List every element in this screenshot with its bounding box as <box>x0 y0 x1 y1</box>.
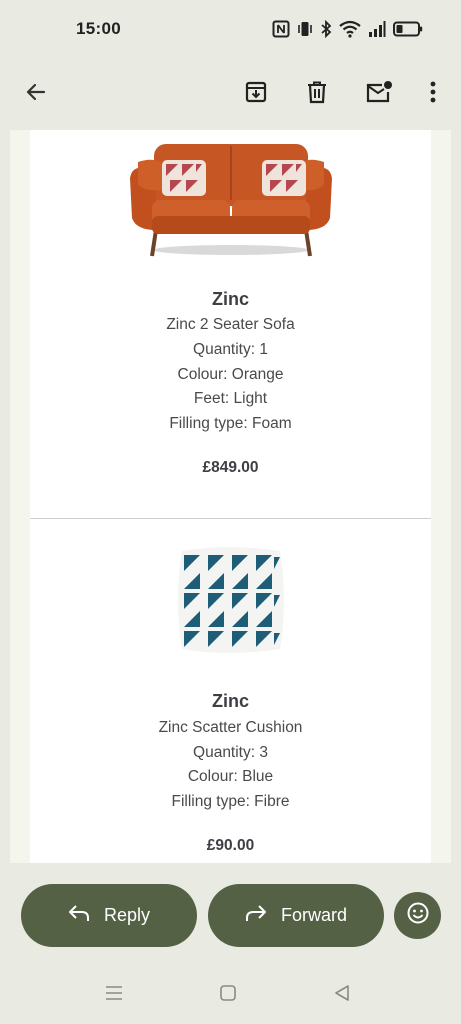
status-time: 15:00 <box>76 19 121 38</box>
email-body[interactable]: Zinc Zinc 2 Seater Sofa Quantity: 1 Colo… <box>10 130 451 863</box>
back-arrow-icon <box>24 80 48 109</box>
status-bar: 15:00 <box>0 0 461 58</box>
forward-label: Forward <box>280 905 347 925</box>
product-card: Zinc Zinc Scatter Cushion Quantity: 3 Co… <box>30 519 431 863</box>
signal-icon <box>368 20 386 38</box>
product-quantity: Quantity: 1 <box>193 341 268 358</box>
mark-unread-button[interactable] <box>357 72 401 116</box>
reply-icon <box>68 904 90 927</box>
forward-button[interactable]: Forward <box>208 884 384 947</box>
product-colour: Colour: Blue <box>187 768 274 785</box>
recents-icon[interactable] <box>105 984 123 1002</box>
vibrate-icon <box>297 20 313 38</box>
nfc-icon <box>272 20 290 38</box>
back-icon[interactable] <box>333 984 351 1002</box>
product-price: £849.00 <box>202 459 259 476</box>
emoji-reaction-button[interactable] <box>394 892 441 939</box>
product-price: £90.00 <box>206 837 255 854</box>
system-navigation-bar <box>0 960 461 1024</box>
reply-button[interactable]: Reply <box>21 884 197 947</box>
product-card: Zinc Zinc 2 Seater Sofa Quantity: 1 Colo… <box>30 130 431 518</box>
bluetooth-icon <box>320 20 332 38</box>
wifi-icon <box>339 20 361 38</box>
app-bar <box>0 58 461 130</box>
product-brand: Zinc <box>211 691 249 711</box>
product-quantity: Quantity: 3 <box>193 744 268 761</box>
product-feet: Feet: Light <box>193 390 268 407</box>
emoji-icon <box>406 901 430 930</box>
delete-button[interactable] <box>295 72 339 116</box>
back-button[interactable] <box>14 72 58 116</box>
product-filling: Filling type: Foam <box>169 415 292 432</box>
product-filling: Filling type: Fibre <box>171 793 290 810</box>
home-icon[interactable] <box>219 984 237 1002</box>
delete-icon <box>305 80 329 109</box>
product-colour: Colour: Orange <box>177 366 284 383</box>
status-icons <box>272 20 423 38</box>
archive-button[interactable] <box>234 72 278 116</box>
blue-cushion-image <box>174 545 288 657</box>
reply-label: Reply <box>103 905 151 925</box>
more-vert-icon <box>429 80 437 109</box>
battery-icon <box>393 20 423 38</box>
forward-icon <box>245 904 267 927</box>
mark-unread-icon <box>365 80 393 109</box>
archive-icon <box>244 80 268 109</box>
orange-sofa-image <box>126 138 336 260</box>
product-name: Zinc 2 Seater Sofa <box>166 316 295 333</box>
product-brand: Zinc <box>211 289 249 309</box>
product-name: Zinc Scatter Cushion <box>158 719 303 736</box>
more-options-button[interactable] <box>411 72 455 116</box>
